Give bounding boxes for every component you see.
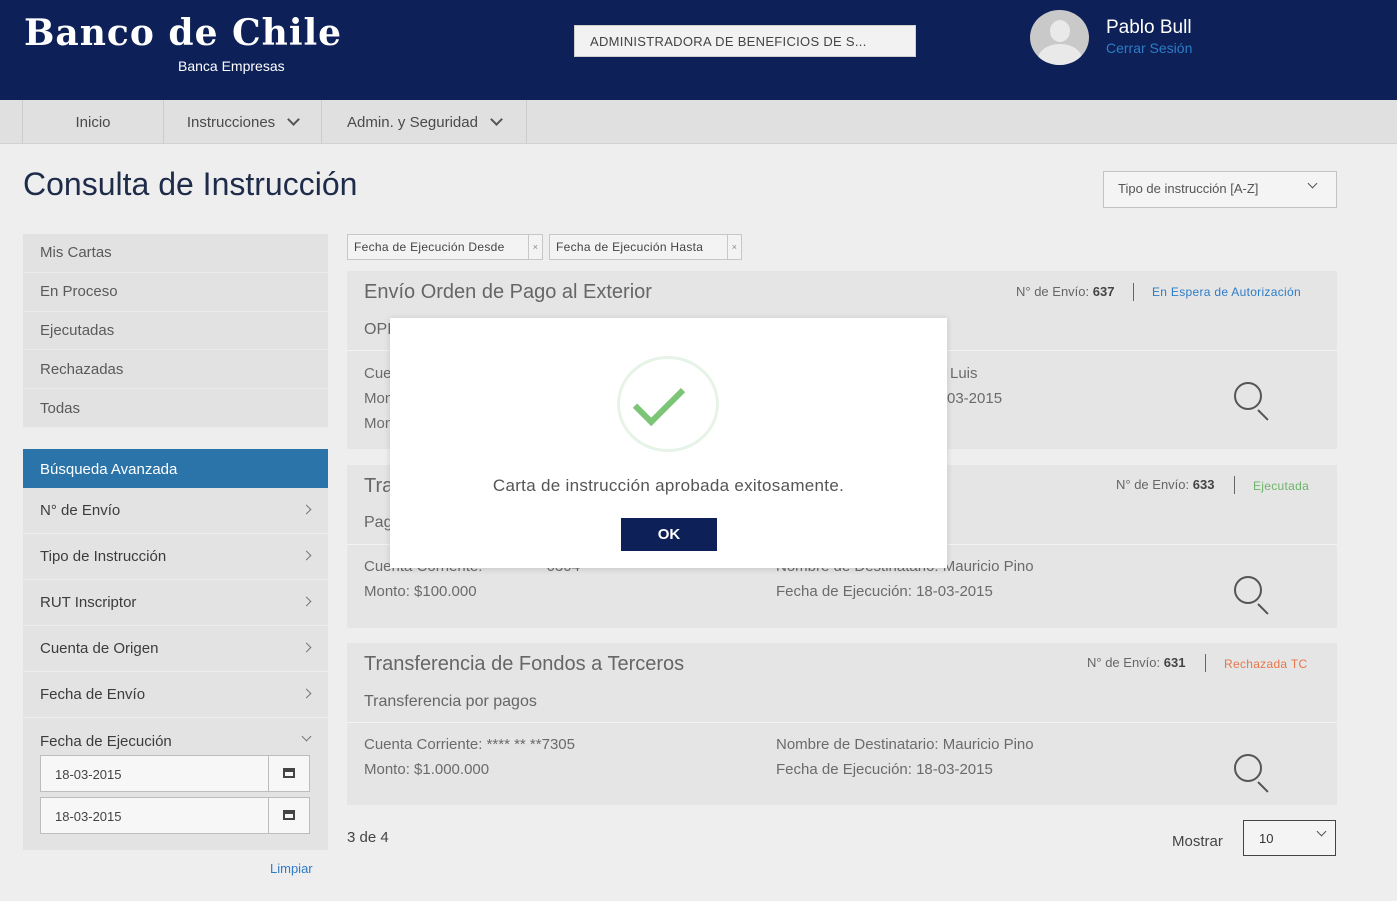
- success-dialog: Carta de instrucción aprobada exitosamen…: [390, 318, 947, 568]
- dialog-message: Carta de instrucción aprobada exitosamen…: [492, 476, 845, 495]
- ok-button[interactable]: OK: [621, 518, 717, 551]
